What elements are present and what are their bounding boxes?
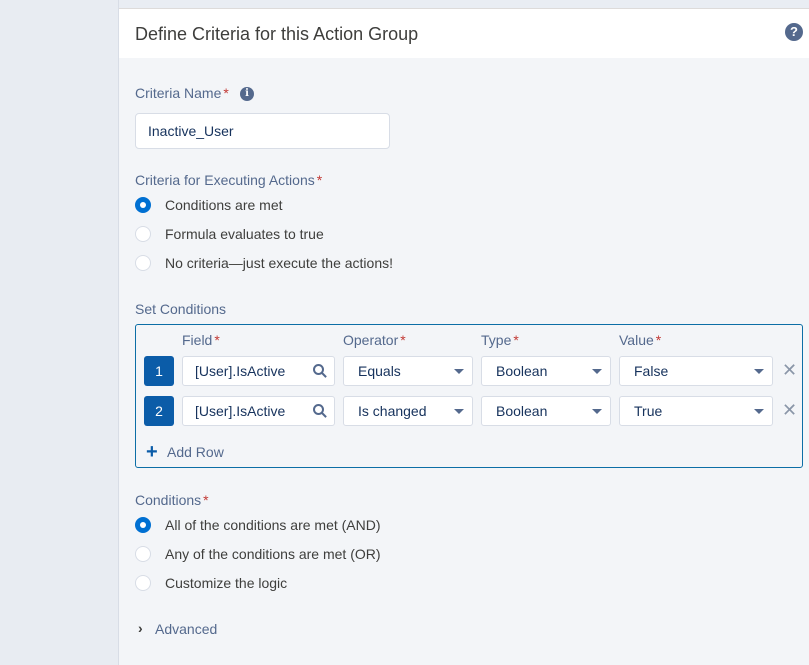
chevron-down-icon [754,409,764,414]
column-header-text: Value [619,332,654,348]
remove-row-icon[interactable]: ✕ [782,401,797,419]
required-marker: * [400,332,406,348]
chevron-right-icon: › [138,620,143,636]
required-marker: * [203,492,209,508]
chevron-down-icon [592,409,602,414]
chevron-down-icon [592,369,602,374]
radio-button-selected[interactable] [135,197,151,213]
criteria-name-input[interactable]: Inactive_User [135,113,390,149]
column-header-text: Type [481,332,512,348]
field-value: [User].IsActive [195,403,286,419]
radio-button[interactable] [135,575,151,591]
required-marker: * [513,332,519,348]
radio-label: Formula evaluates to true [165,226,324,242]
radio-button-selected[interactable] [135,517,151,533]
advanced-label: Advanced [155,621,218,637]
operator-value: Is changed [358,403,427,419]
column-header-field: Field * [182,332,220,348]
radio-label: Conditions are met [165,197,283,213]
radio-button[interactable] [135,255,151,271]
add-row-label: Add Row [167,444,224,460]
plus-icon: + [146,441,158,463]
criteria-name-label: Criteria Name * [135,85,229,101]
help-icon[interactable]: ? [785,23,803,41]
value-value: False [634,363,669,379]
radio-label: No criteria—just execute the actions! [165,255,393,271]
operator-value: Equals [358,363,401,379]
conditions-label: Conditions * [135,492,209,508]
radio-label: Any of the conditions are met (OR) [165,546,381,562]
left-rail [0,0,118,665]
page-title: Define Criteria for this Action Group [135,24,419,44]
field-lookup-input[interactable]: [User].IsActive [182,356,335,386]
conditions-label-text: Conditions [135,492,202,508]
type-select[interactable]: Boolean [481,356,611,386]
criteria-name-label-text: Criteria Name [135,85,222,101]
execution-label: Criteria for Executing Actions * [135,172,322,188]
column-header-value: Value * [619,332,661,348]
value-select[interactable]: False [619,356,773,386]
panel-header: Define Criteria for this Action Group ? [119,9,809,58]
column-header-type: Type * [481,332,519,348]
radio-button[interactable] [135,226,151,242]
field-lookup-input[interactable]: [User].IsActive [182,396,335,426]
required-marker: * [214,332,220,348]
value-value: True [634,403,663,419]
type-value: Boolean [496,363,548,379]
required-marker: * [655,332,662,348]
required-marker: * [223,85,229,101]
column-header-text: Field [182,332,213,348]
radio-label: Customize the logic [165,575,288,591]
info-icon[interactable]: i [240,87,254,101]
radio-label: All of the conditions are met (AND) [165,517,381,533]
column-header-operator: Operator * [343,332,406,348]
type-value: Boolean [496,403,548,419]
search-icon[interactable] [313,364,324,375]
value-select[interactable]: True [619,396,773,426]
chevron-down-icon [454,409,464,414]
remove-row-icon[interactable]: ✕ [782,361,797,379]
operator-select[interactable]: Equals [343,356,473,386]
type-select[interactable]: Boolean [481,396,611,426]
radio-button[interactable] [135,546,151,562]
chevron-down-icon [454,369,464,374]
chevron-down-icon [754,369,764,374]
execution-label-text: Criteria for Executing Actions [135,172,315,188]
operator-select[interactable]: Is changed [343,396,473,426]
column-header-text: Operator [343,332,399,348]
set-conditions-label: Set Conditions [135,301,227,317]
row-number-badge: 2 [144,396,174,426]
required-marker: * [316,172,323,188]
row-number-badge: 1 [144,356,174,386]
field-value: [User].IsActive [195,363,286,379]
search-icon[interactable] [313,404,324,415]
